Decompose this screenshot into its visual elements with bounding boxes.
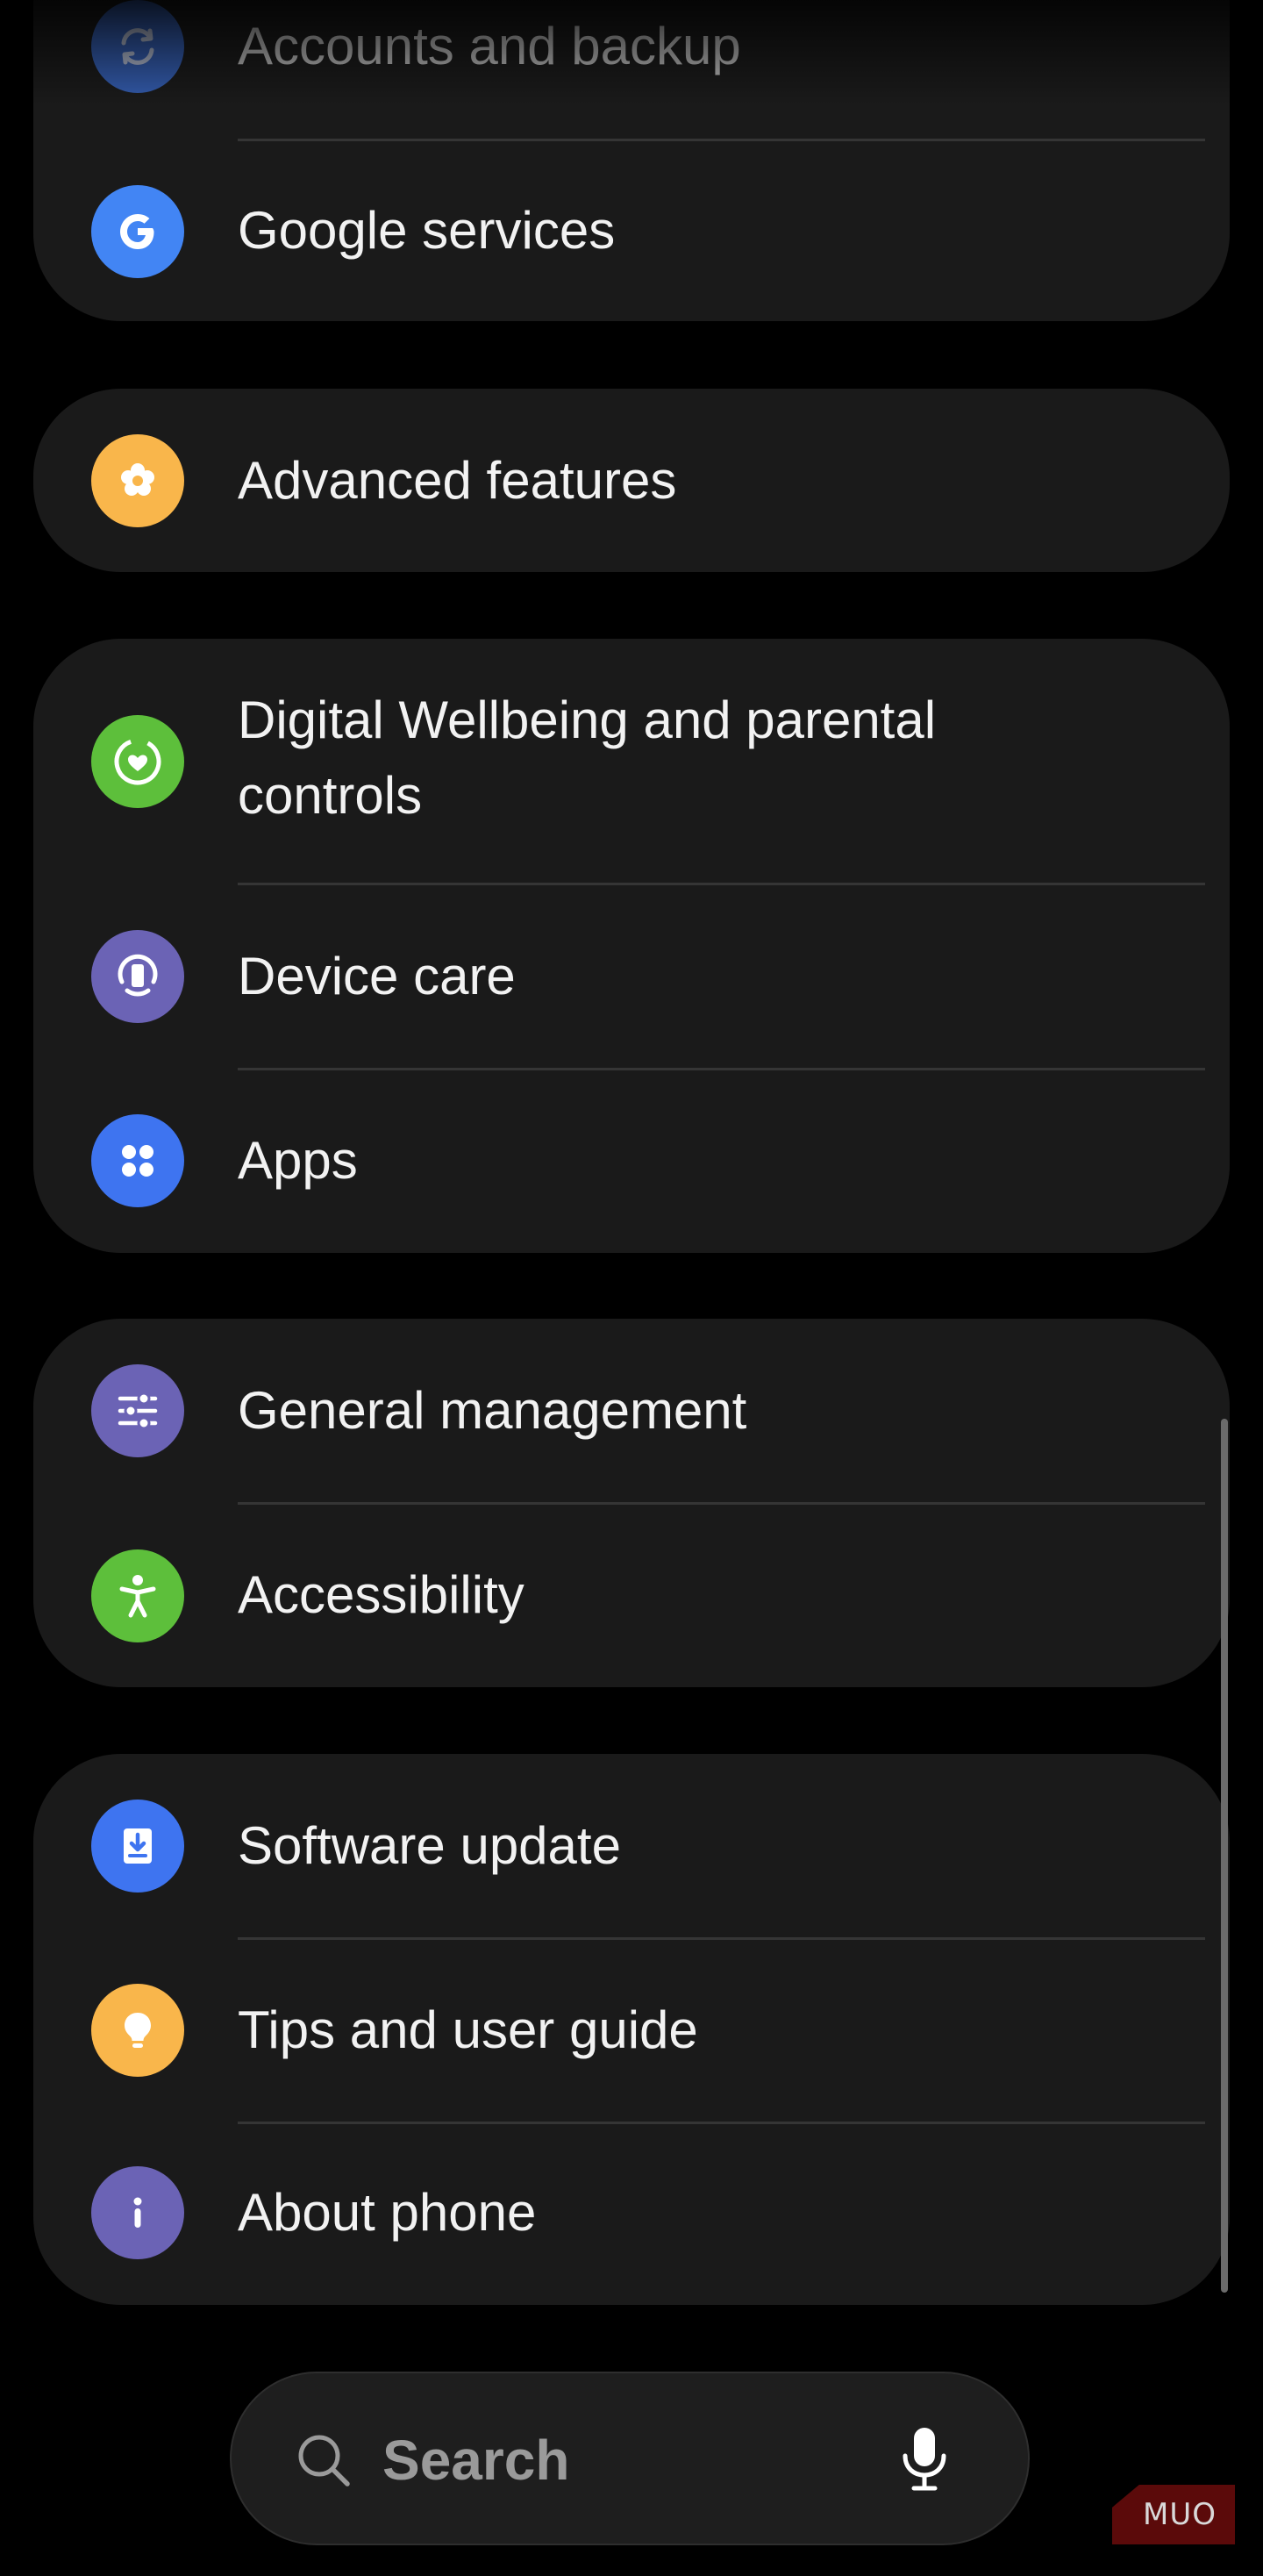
gear-flower-icon	[91, 434, 184, 527]
settings-item-label: About phone	[238, 2183, 537, 2242]
settings-item-label: Accounts and backup	[238, 17, 741, 75]
settings-item-accounts-backup[interactable]: Accounts and backup	[33, 0, 1230, 140]
settings-group-accounts: Accounts and backup Google services	[33, 0, 1230, 321]
settings-item-software-update[interactable]: Software update	[33, 1754, 1230, 1937]
settings-item-digital-wellbeing[interactable]: Digital Wellbeing and parental controls	[33, 639, 1230, 884]
settings-group-support: Software update Tips and user guide Abou…	[33, 1754, 1230, 2305]
settings-item-label: Google services	[238, 201, 616, 260]
watermark-logo: MUO	[1112, 2485, 1235, 2544]
heart-circle-icon	[91, 715, 184, 808]
google-g-icon	[91, 185, 184, 278]
settings-item-google-services[interactable]: Google services	[33, 141, 1230, 321]
settings-item-tips-guide[interactable]: Tips and user guide	[33, 1940, 1230, 2122]
search-placeholder: Search	[382, 2429, 570, 2492]
search-icon	[293, 2429, 354, 2495]
scrollbar[interactable]	[1221, 1419, 1228, 2293]
settings-item-label: Device care	[238, 947, 516, 1005]
settings-item-label: Software update	[238, 1816, 621, 1875]
settings-item-apps[interactable]: Apps	[33, 1070, 1230, 1253]
settings-item-label: Accessibility	[238, 1565, 524, 1624]
search-bar[interactable]: Search	[230, 2372, 1030, 2545]
device-care-icon	[91, 930, 184, 1023]
settings-item-label: Tips and user guide	[238, 2000, 698, 2059]
settings-item-general-management[interactable]: General management	[33, 1319, 1230, 1503]
apps-grid-icon	[91, 1114, 184, 1207]
watermark-text: MUO	[1143, 2497, 1217, 2532]
settings-item-about-phone[interactable]: About phone	[33, 2124, 1230, 2305]
sync-icon	[91, 0, 184, 93]
sliders-icon	[91, 1364, 184, 1457]
lightbulb-icon	[91, 1984, 184, 2077]
download-icon	[91, 1800, 184, 1893]
settings-item-label: Advanced features	[238, 451, 677, 510]
settings-item-accessibility[interactable]: Accessibility	[33, 1505, 1230, 1687]
microphone-icon[interactable]	[898, 2424, 951, 2499]
settings-item-label: Digital Wellbeing and parental controls	[238, 691, 937, 825]
settings-group-device: Digital Wellbeing and parental controls …	[33, 639, 1230, 1253]
settings-item-advanced-features[interactable]: Advanced features	[33, 389, 1230, 572]
settings-item-label: Apps	[238, 1131, 358, 1190]
settings-item-device-care[interactable]: Device care	[33, 885, 1230, 1068]
accessibility-person-icon	[91, 1549, 184, 1642]
settings-item-label: General management	[238, 1381, 747, 1440]
info-icon	[91, 2166, 184, 2259]
settings-group-advanced: Advanced features	[33, 389, 1230, 572]
settings-group-management: General management Accessibility	[33, 1319, 1230, 1687]
